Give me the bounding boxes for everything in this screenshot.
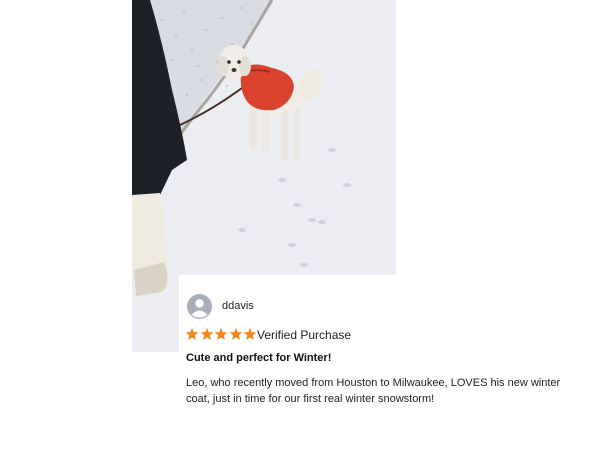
verified-purchase-badge: Verified Purchase — [257, 328, 352, 342]
review-title: Cute and perfect for Winter! — [186, 352, 332, 364]
star-icon — [200, 327, 213, 340]
star-icon — [243, 327, 257, 340]
review-author[interactable]: ddavis — [222, 300, 254, 312]
review-card: ddavis Verified Purchase Cute and perfec… — [179, 275, 616, 462]
star-icon — [185, 327, 199, 340]
star-rating — [185, 327, 258, 343]
star-icon — [229, 327, 242, 340]
user-avatar-icon[interactable] — [187, 294, 212, 319]
review-body: Leo, who recently moved from Houston to … — [186, 377, 561, 405]
star-icon — [214, 327, 228, 340]
